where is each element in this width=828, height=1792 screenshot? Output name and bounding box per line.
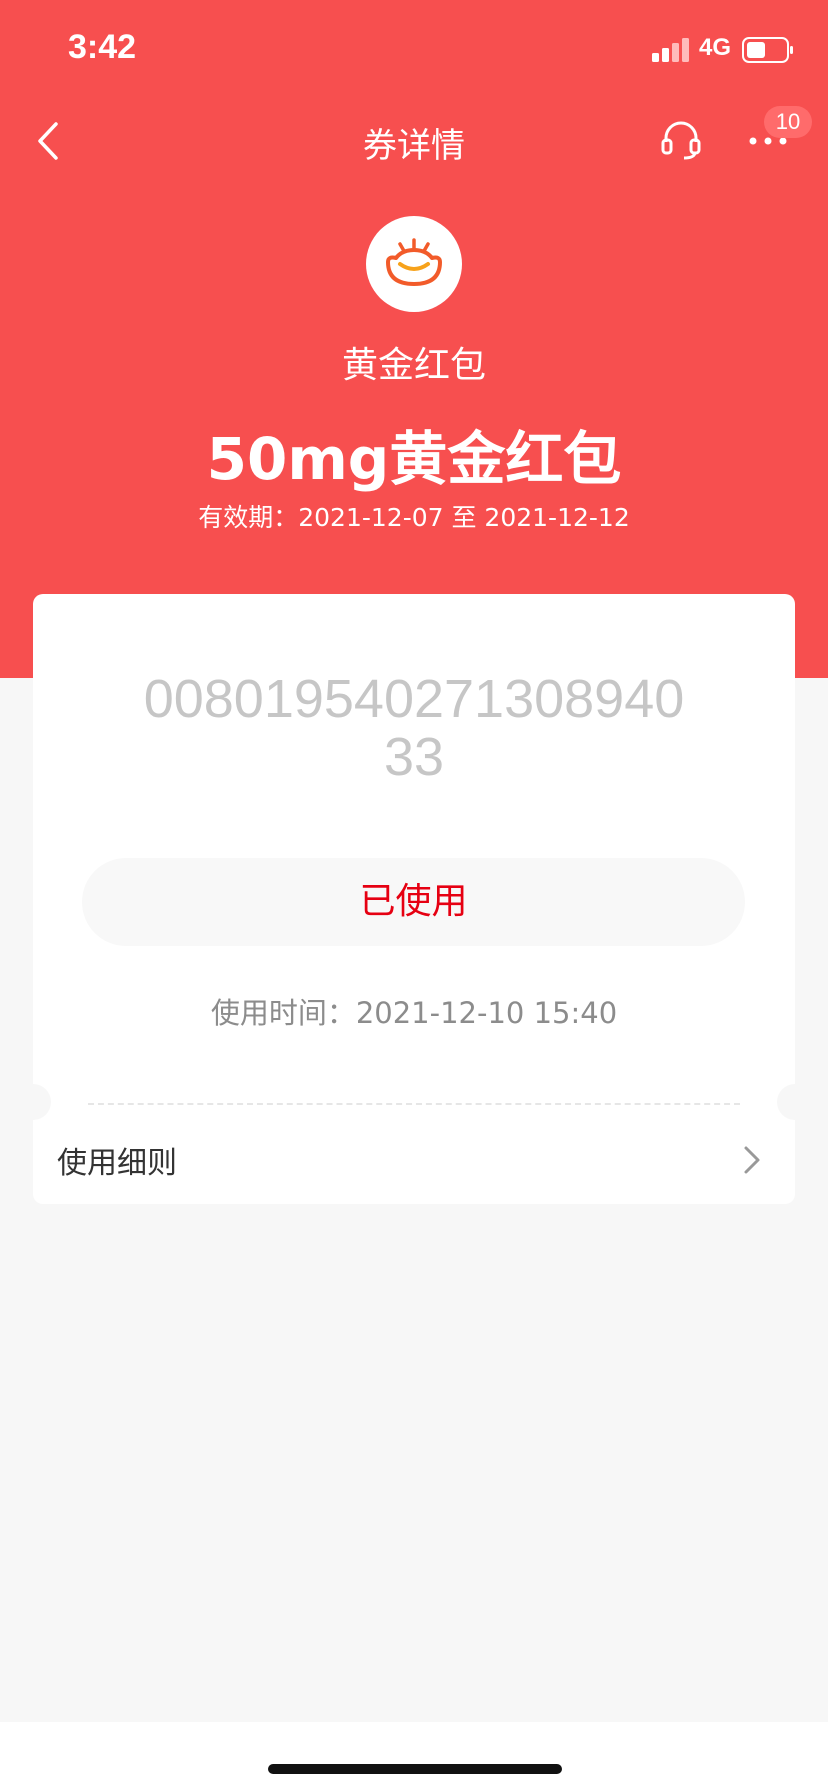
card-notch-right (777, 1084, 813, 1120)
gold-ingot-icon (386, 238, 442, 286)
signal-icon (652, 38, 689, 62)
coupon-code: 00801954027130894033 (143, 669, 685, 787)
chevron-right-icon (744, 1146, 760, 1174)
dashed-divider (88, 1103, 740, 1105)
navigation-bar: 券详情 10 (0, 100, 828, 180)
brand-name: 黄金红包 (341, 345, 486, 386)
notification-badge: 10 (764, 106, 812, 138)
usage-rules-row[interactable]: 使用细则 (33, 1120, 795, 1204)
battery-icon (742, 37, 793, 63)
status-time: 3:42 (68, 28, 137, 66)
usage-rules-label: 使用细则 (57, 1146, 177, 1181)
home-indicator[interactable] (268, 1764, 562, 1774)
brand-logo (366, 216, 462, 312)
status-bar: 3:42 4G (0, 0, 828, 100)
bottom-safe-area (0, 1722, 828, 1792)
headset-icon[interactable] (660, 118, 702, 160)
card-notch-left (15, 1084, 51, 1120)
validity-period: 有效期：2021-12-07 至 2021-12-12 (198, 503, 630, 532)
use-time: 使用时间：2021-12-10 15:40 (210, 996, 618, 1030)
network-type: 4G (699, 34, 732, 61)
status-badge: 已使用 (82, 858, 745, 946)
page-title: 券详情 (363, 126, 465, 166)
coupon-title: 50mg黄金红包 (206, 425, 622, 493)
